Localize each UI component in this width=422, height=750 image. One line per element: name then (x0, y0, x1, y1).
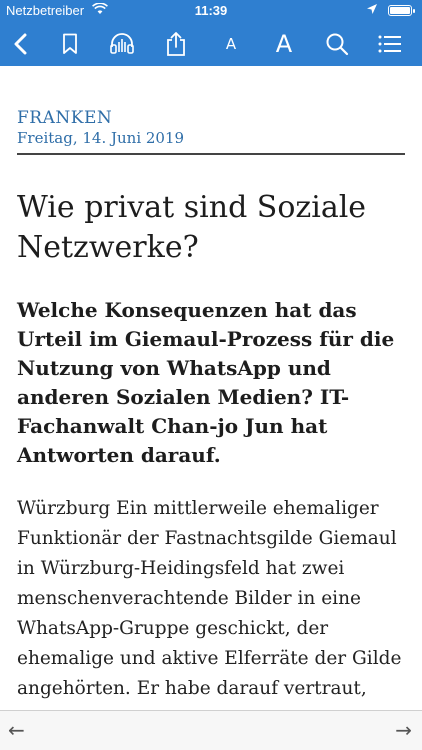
search-button[interactable] (317, 22, 357, 66)
back-icon (14, 33, 27, 55)
share-button[interactable] (156, 22, 196, 66)
clock: 11:39 (194, 3, 228, 18)
listen-button[interactable] (102, 22, 142, 66)
menu-button[interactable] (370, 22, 410, 66)
bookmark-icon (63, 33, 77, 54)
font-increase-button[interactable]: A (264, 22, 304, 66)
next-article-button[interactable]: → (395, 718, 412, 742)
location-arrow-icon (366, 3, 378, 18)
article-headline: Wie privat sind Soziale Netzwerke? (17, 190, 367, 265)
bottom-nav-bar: ← → (0, 710, 422, 750)
battery-icon (388, 5, 415, 16)
article-section: FRANKEN (17, 108, 113, 128)
back-button[interactable] (0, 22, 40, 66)
search-icon (326, 33, 349, 56)
article-body: Würzburg Ein mittlerweile ehemaliger Fun… (17, 498, 402, 710)
bookmark-button[interactable] (50, 22, 90, 66)
article-lead: Welche Konsequenzen hat das Urteil im Gi… (17, 298, 395, 467)
font-decrease-icon: A (225, 35, 237, 53)
article-date: Freitag, 14. Juni 2019 (17, 129, 185, 147)
previous-article-button[interactable]: ← (8, 718, 25, 742)
article-toolbar: A A (0, 22, 422, 66)
menu-icon (378, 35, 401, 53)
font-decrease-button[interactable]: A (211, 22, 251, 66)
header-divider (17, 153, 405, 155)
status-bar: Netzbetreiber 11:39 (0, 0, 422, 22)
article-content[interactable]: FRANKEN Freitag, 14. Juni 2019 Wie priva… (0, 66, 422, 710)
font-increase-icon: A (275, 30, 293, 58)
headphones-icon (110, 33, 134, 54)
share-icon (167, 32, 185, 56)
